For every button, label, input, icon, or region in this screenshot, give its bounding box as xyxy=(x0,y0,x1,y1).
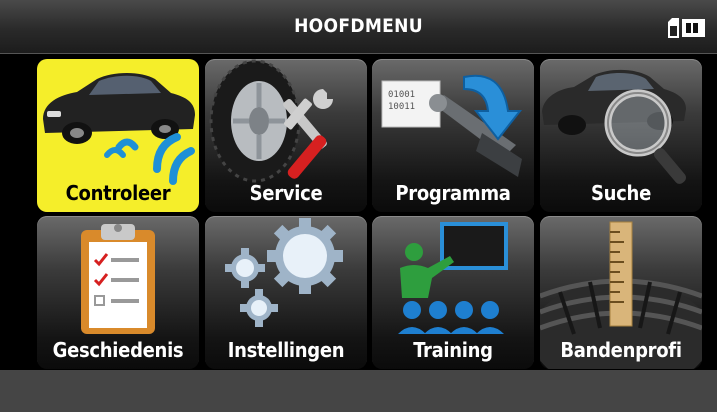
status-icons xyxy=(667,17,707,39)
menu-tile-controleer[interactable]: Controleer xyxy=(37,59,199,212)
menu-tile-label: Programma xyxy=(395,181,511,205)
header-bar: HOOFDMENU xyxy=(0,0,717,54)
menu-tile-label: Suche xyxy=(591,181,651,205)
menu-tile-geschiedenis[interactable]: Geschiedenis xyxy=(37,216,199,369)
page-title: HOOFDMENU xyxy=(294,15,423,37)
menu-tile-suche[interactable]: Suche xyxy=(540,59,702,212)
menu-tile-label: Controleer xyxy=(65,181,171,205)
menu-tile-label: Training xyxy=(413,338,493,362)
main-menu-grid: Controleer Service 01001 10011 Programma… xyxy=(0,55,717,370)
menu-tile-instellingen[interactable]: Instellingen xyxy=(205,216,367,369)
menu-tile-service[interactable]: Service xyxy=(205,59,367,212)
menu-tile-bandenprofi[interactable]: Bandenprofi xyxy=(540,216,702,369)
menu-tile-programma[interactable]: 01001 10011 Programma xyxy=(372,59,534,212)
battery-icon xyxy=(682,19,705,37)
menu-tile-label: Bandenprofi xyxy=(560,338,682,362)
menu-tile-label: Service xyxy=(249,181,323,205)
menu-tile-label: Geschiedenis xyxy=(52,338,184,362)
sd-card-icon xyxy=(668,18,679,38)
menu-tile-label: Instellingen xyxy=(227,338,345,362)
footer-bar xyxy=(0,370,717,412)
menu-tile-training[interactable]: Training xyxy=(372,216,534,369)
svg-text:01001: 01001 xyxy=(388,90,415,100)
svg-text:10011: 10011 xyxy=(388,102,415,112)
